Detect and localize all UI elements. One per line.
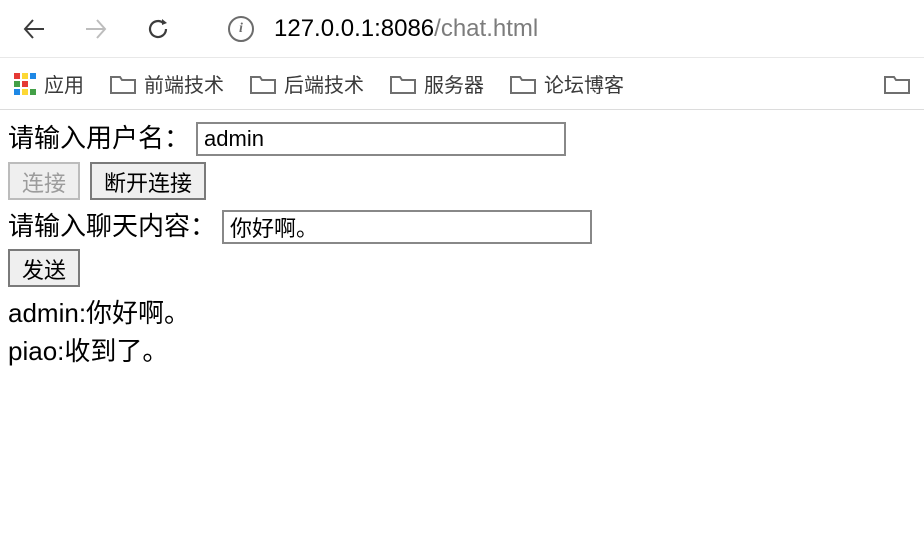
- bookmarks-bar: 应用 前端技术 后端技术 服务器 论坛博客: [0, 58, 924, 110]
- username-row: 请输入用户名：: [8, 120, 916, 158]
- browser-toolbar: i 127.0.0.1:8086/chat.html: [0, 0, 924, 58]
- username-label: 请输入用户名：: [8, 120, 190, 158]
- url-host: 127.0.0.1:8086: [274, 15, 434, 42]
- bookmark-label: 论坛博客: [544, 69, 624, 98]
- bookmark-label: 服务器: [424, 69, 484, 98]
- reload-button[interactable]: [142, 13, 174, 45]
- chat-message: piao:收到了。: [8, 333, 916, 371]
- bookmark-overflow[interactable]: [884, 73, 910, 95]
- bookmark-server[interactable]: 服务器: [390, 69, 484, 98]
- folder-icon: [390, 73, 416, 95]
- folder-icon: [884, 73, 910, 95]
- address-bar[interactable]: i 127.0.0.1:8086/chat.html: [228, 15, 538, 43]
- bookmark-forum[interactable]: 论坛博客: [510, 69, 624, 98]
- page-body: 请输入用户名： 连接 断开连接 请输入聊天内容： 发送 admin:你好啊。 p…: [0, 110, 924, 381]
- bookmark-label: 前端技术: [144, 69, 224, 98]
- info-icon: i: [228, 16, 254, 42]
- connect-button[interactable]: 连接: [8, 162, 80, 200]
- apps-shortcut[interactable]: 应用: [14, 69, 84, 98]
- bookmark-frontend[interactable]: 前端技术: [110, 69, 224, 98]
- apps-label: 应用: [44, 69, 84, 98]
- folder-icon: [110, 73, 136, 95]
- message-log: admin:你好啊。 piao:收到了。: [8, 295, 916, 370]
- disconnect-button[interactable]: 断开连接: [90, 162, 206, 200]
- connection-buttons: 连接 断开连接: [8, 162, 916, 200]
- message-label: 请输入聊天内容：: [8, 208, 216, 246]
- forward-button[interactable]: [80, 13, 112, 45]
- send-row: 发送: [8, 249, 916, 287]
- send-button[interactable]: 发送: [8, 249, 80, 287]
- message-input[interactable]: [222, 210, 592, 244]
- bookmark-label: 后端技术: [284, 69, 364, 98]
- folder-icon: [510, 73, 536, 95]
- username-input[interactable]: [196, 122, 566, 156]
- url-text: 127.0.0.1:8086/chat.html: [274, 15, 538, 43]
- message-row: 请输入聊天内容：: [8, 208, 916, 246]
- chat-message: admin:你好啊。: [8, 295, 916, 333]
- back-button[interactable]: [18, 13, 50, 45]
- folder-icon: [250, 73, 276, 95]
- bookmark-backend[interactable]: 后端技术: [250, 69, 364, 98]
- apps-icon: [14, 73, 36, 95]
- url-path: /chat.html: [434, 15, 538, 42]
